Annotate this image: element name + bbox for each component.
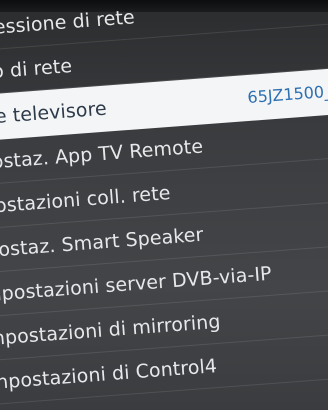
menu-item-label: nnessione di rete [0,6,136,41]
menu-item-label: npostazioni di mirroring [0,310,222,350]
menu-item-label: postazioni coll. rete [0,182,172,219]
tv-screen: nnessione di rete ato di rete me televis… [0,0,328,410]
menu-item-label: me televisore [0,97,108,130]
tv-name-value: 65JZ1500_S [246,80,328,107]
menu-item-label: ato di rete [0,55,73,85]
network-settings-menu: nnessione di rete ato di rete me televis… [0,0,328,405]
menu-item-label: postaz. App TV Remote [0,135,204,175]
menu-item-label: postaz. Smart Speaker [0,223,205,262]
menu-item-label: npostazioni di Control4 [0,355,218,394]
